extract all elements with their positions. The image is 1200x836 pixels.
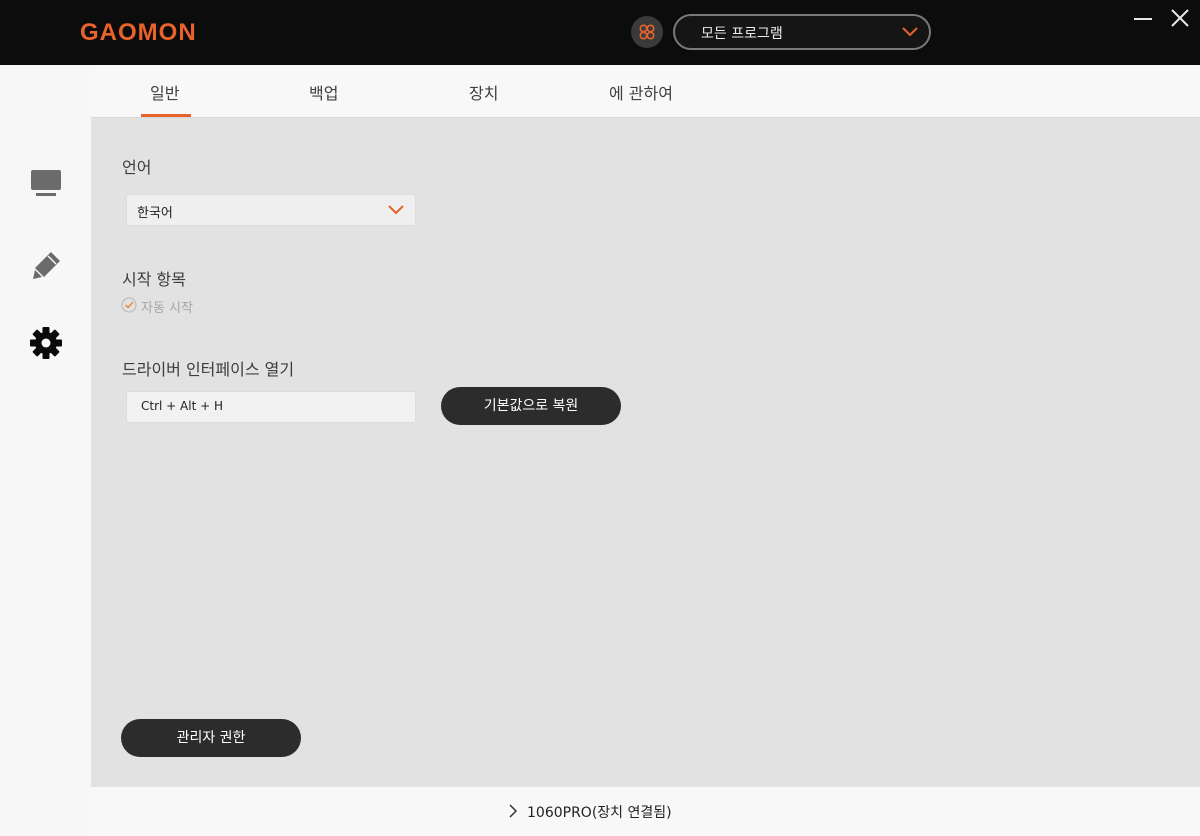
gear-icon[interactable]	[29, 326, 63, 360]
gaomon-logo: GAOMON	[80, 19, 197, 46]
monitor-icon[interactable]	[30, 169, 62, 199]
check-circle-icon	[121, 297, 137, 313]
program-app-icon[interactable]	[631, 16, 663, 48]
language-select[interactable]: 한국어	[126, 194, 416, 226]
active-tab-indicator	[141, 114, 191, 117]
svg-text:GAOMON: GAOMON	[80, 19, 197, 46]
driver-interface-label: 드라이버 인터페이스 열기	[122, 360, 295, 379]
language-select-value: 한국어	[137, 206, 173, 221]
chevron-down-icon	[902, 27, 918, 37]
sidebar	[0, 65, 91, 836]
tab-backup[interactable]: 백업	[309, 80, 338, 104]
tab-bar: 일반 백업 장치 에 관하여	[91, 65, 1200, 118]
tab-general[interactable]: 일반	[150, 80, 179, 104]
program-select[interactable]: 모든 프로그램	[673, 14, 931, 50]
restore-defaults-button[interactable]: 기본값으로 복원	[441, 387, 621, 425]
minimize-button[interactable]	[1131, 8, 1155, 30]
title-bar: GAOMON 모든 프로그램	[0, 0, 1200, 65]
hotkey-input[interactable]: Ctrl + Alt + H	[126, 391, 416, 423]
startup-label: 시작 항목	[122, 270, 186, 289]
general-settings-panel: 언어 한국어 시작 항목 자동 시작 드라이버 인터페이스 열기 Ctrl + …	[91, 118, 1200, 787]
program-select-value: 모든 프로그램	[701, 26, 783, 42]
tab-device[interactable]: 장치	[469, 80, 498, 104]
pen-icon[interactable]	[31, 249, 63, 281]
admin-rights-button[interactable]: 관리자 권한	[121, 719, 301, 757]
language-label: 언어	[122, 158, 152, 177]
chevron-down-icon	[388, 205, 404, 215]
autostart-label: 자동 시작	[141, 301, 193, 316]
hotkey-value: Ctrl + Alt + H	[141, 399, 223, 413]
status-bar: 1060PRO(장치 연결됨)	[91, 787, 1200, 836]
clover-icon	[639, 24, 655, 40]
chevron-right-icon[interactable]	[508, 804, 518, 818]
device-status: 1060PRO(장치 연결됨)	[527, 805, 672, 821]
close-button[interactable]	[1168, 6, 1192, 30]
tab-about[interactable]: 에 관하여	[609, 80, 673, 104]
